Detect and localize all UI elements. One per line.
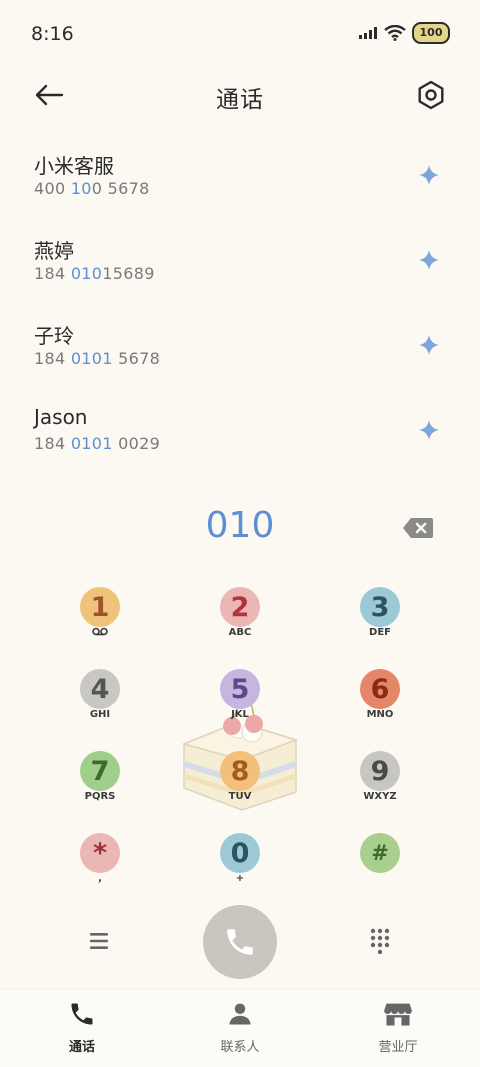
key-digit: 6 xyxy=(360,669,400,709)
key-9[interactable]: 9 WXYZ xyxy=(340,749,420,819)
dial-display: 010 xyxy=(0,500,480,556)
sparkle-icon[interactable] xyxy=(418,419,440,441)
key-digit: 0 xyxy=(220,833,260,873)
key-letters: WXYZ xyxy=(363,791,397,802)
dialer-actions xyxy=(0,905,480,981)
key-digit: 1 xyxy=(80,587,120,627)
contact-name: Jason xyxy=(34,405,88,429)
person-icon xyxy=(229,1003,251,1025)
contact-name: 小米客服 xyxy=(34,154,114,178)
key-3[interactable]: 3 DEF xyxy=(340,585,420,655)
number-match-highlight: 0101 xyxy=(70,349,113,368)
settings-button[interactable] xyxy=(414,78,448,112)
key-digit: * xyxy=(80,833,120,873)
key-digit: 4 xyxy=(80,669,120,709)
status-time: 8:16 xyxy=(31,23,74,45)
key-5[interactable]: 5 JKL xyxy=(200,667,280,737)
nav-tab-business-hall[interactable]: 营业厅 xyxy=(338,1000,458,1055)
key-hash[interactable]: # xyxy=(340,831,420,901)
contact-number: 184 0101 5678 xyxy=(34,349,161,368)
key-digit: 8 xyxy=(220,751,260,791)
contact-row[interactable]: Jason 184 0101 0029 xyxy=(0,395,480,480)
key-letters: GHI xyxy=(89,709,111,720)
dialpad-icon xyxy=(370,928,390,955)
backspace-button[interactable] xyxy=(402,517,434,539)
key-letters: , xyxy=(98,873,102,884)
status-bar: 8:16 100 xyxy=(0,0,480,64)
key-digit: 9 xyxy=(360,751,400,791)
key-digit: 3 xyxy=(360,587,400,627)
nav-label: 营业厅 xyxy=(378,1040,418,1055)
nav-tab-contacts[interactable]: 联系人 xyxy=(180,1000,300,1055)
key-0[interactable]: 0 + xyxy=(200,831,280,901)
key-digit: 5 xyxy=(220,669,260,709)
keypad-row: 4 GHI 5 JKL 6 MNO xyxy=(0,667,480,749)
voicemail-icon xyxy=(60,627,140,639)
contact-row[interactable]: 小米客服 400 100 5678 xyxy=(0,140,480,225)
key-letters: ABC xyxy=(228,627,252,638)
key-letters: PQRS xyxy=(84,791,116,802)
keypad-row: 7 PQRS 8 TUV 9 WXYZ xyxy=(0,749,480,831)
phone-icon xyxy=(71,1003,93,1025)
call-button[interactable] xyxy=(203,905,277,979)
sparkle-icon[interactable] xyxy=(418,334,440,356)
bottom-navigation: 通话 联系人 营业厅 xyxy=(0,990,480,1067)
key-7[interactable]: 7 PQRS xyxy=(60,749,140,819)
key-digit: 7 xyxy=(80,751,120,791)
key-letters: MNO xyxy=(366,709,394,720)
number-match-highlight: 10 xyxy=(70,179,92,198)
key-1[interactable]: 1 xyxy=(60,585,140,655)
keypad-row: 1 2 ABC 3 DEF xyxy=(0,585,480,667)
key-letters: + xyxy=(235,873,245,884)
settings-hexagon-icon xyxy=(418,80,444,110)
wifi-icon xyxy=(384,25,406,41)
contact-row[interactable]: 子玲 184 0101 5678 xyxy=(0,310,480,395)
phone-icon xyxy=(227,929,253,955)
contact-name: 燕婷 xyxy=(34,239,74,263)
storefront-icon xyxy=(384,1003,412,1026)
signal-icon xyxy=(359,27,377,39)
key-digit: # xyxy=(360,833,400,873)
key-digit: 2 xyxy=(220,587,260,627)
key-letters: JKL xyxy=(231,709,249,720)
sparkle-icon[interactable] xyxy=(418,249,440,271)
contact-number: 184 0101 0029 xyxy=(34,434,161,453)
key-2[interactable]: 2 ABC xyxy=(200,585,280,655)
number-match-highlight: 0101 xyxy=(70,434,113,453)
nav-label: 联系人 xyxy=(220,1040,260,1055)
contact-row[interactable]: 燕婷 184 01015689 xyxy=(0,225,480,310)
app-header: 通话 xyxy=(0,64,480,128)
nav-tab-calls[interactable]: 通话 xyxy=(22,1000,142,1055)
dialpad-toggle-button[interactable] xyxy=(370,928,390,955)
backspace-icon xyxy=(403,518,433,538)
nav-label: 通话 xyxy=(68,1040,95,1055)
page-title: 通话 xyxy=(216,87,264,113)
contact-number: 400 100 5678 xyxy=(34,179,150,198)
contact-number: 184 01015689 xyxy=(34,264,155,283)
keypad-row: * , 0 + # xyxy=(0,831,480,913)
menu-button[interactable] xyxy=(88,931,110,951)
key-4[interactable]: 4 GHI xyxy=(60,667,140,737)
status-icons: 100 xyxy=(358,22,450,44)
contact-name: 子玲 xyxy=(34,324,74,348)
sparkle-icon[interactable] xyxy=(418,164,440,186)
key-8[interactable]: 8 TUV xyxy=(200,749,280,819)
contact-suggestions: 小米客服 400 100 5678 燕婷 184 01015689 子玲 184… xyxy=(0,140,480,480)
key-star[interactable]: * , xyxy=(60,831,140,901)
menu-icon xyxy=(90,933,108,949)
dial-keypad: 1 2 ABC 3 DEF 4 GHI 5 JKL 6 MNO 7 PQRS 8… xyxy=(0,585,480,913)
key-letters: TUV xyxy=(228,791,252,802)
battery-icon: 100 xyxy=(412,22,450,44)
number-match-highlight: 010 xyxy=(70,264,103,283)
key-6[interactable]: 6 MNO xyxy=(340,667,420,737)
key-letters: DEF xyxy=(369,627,391,638)
